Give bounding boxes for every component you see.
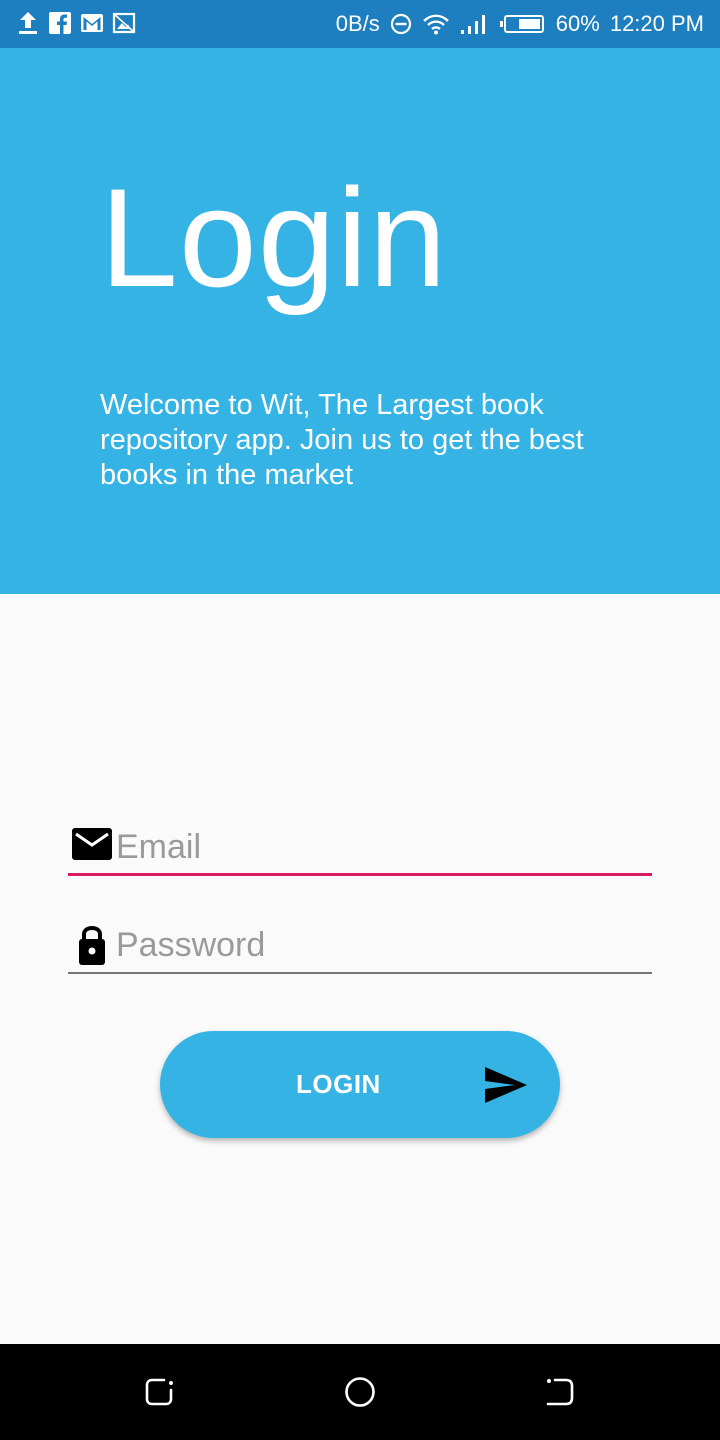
header-panel: Login Welcome to Wit, The Largest book r… (0, 48, 720, 594)
page-title: Login (100, 159, 448, 316)
recents-icon[interactable] (142, 1374, 178, 1410)
gmail-icon (81, 14, 103, 32)
password-input[interactable] (116, 922, 646, 968)
battery-percentage: 60% (555, 11, 600, 36)
password-underline (68, 972, 652, 974)
home-icon[interactable] (342, 1374, 378, 1410)
wifi-icon (422, 14, 449, 35)
network-speed: 0B/s (335, 11, 380, 36)
signal-icon (460, 15, 485, 34)
email-underline (68, 873, 652, 876)
mail-icon (72, 828, 112, 860)
navigation-bar (0, 1344, 720, 1440)
password-field[interactable] (68, 922, 652, 974)
facebook-icon (49, 12, 71, 34)
battery-icon (499, 15, 544, 33)
login-button-label: LOGIN (296, 1069, 381, 1099)
dnd-icon (390, 13, 411, 35)
send-icon (485, 1067, 527, 1103)
gallery-icon (112, 12, 136, 34)
status-bar: 0B/s 60% 12:20 PM (0, 0, 720, 48)
back-icon[interactable] (542, 1374, 578, 1410)
upload-icon (19, 12, 37, 34)
welcome-text: Welcome to Wit, The Largest book reposit… (100, 389, 584, 491)
notification-icons (16, 10, 136, 36)
email-input[interactable] (116, 824, 646, 870)
lock-icon (79, 926, 105, 965)
login-button[interactable]: LOGIN (160, 1031, 560, 1138)
clock: 12:20 PM (609, 11, 704, 36)
system-status: 0B/s 60% 12:20 PM (336, 0, 704, 48)
email-field[interactable] (68, 824, 652, 876)
